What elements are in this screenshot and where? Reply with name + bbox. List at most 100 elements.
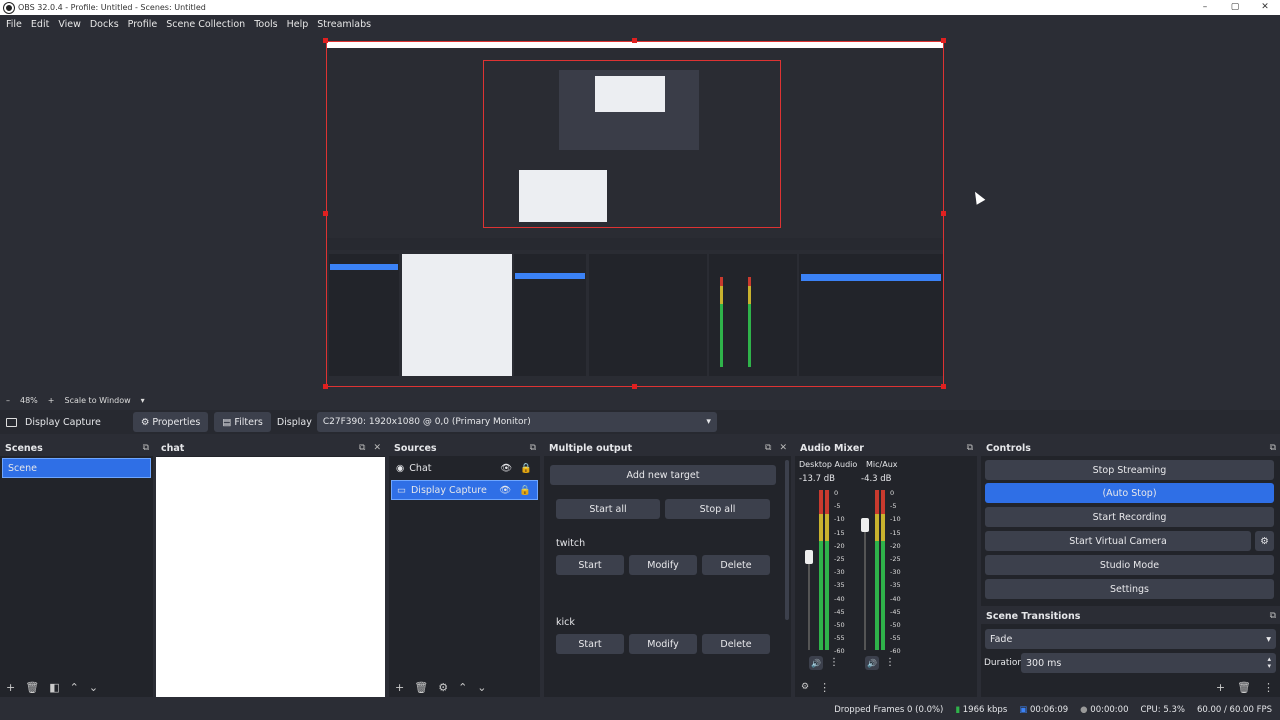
menu-profile[interactable]: Profile <box>124 19 162 30</box>
maximize-button[interactable]: ▢ <box>1220 0 1250 15</box>
advanced-audio-gear-icon[interactable]: ⚙ <box>801 682 809 692</box>
add-icon[interactable]: + <box>395 681 404 694</box>
resize-handle[interactable] <box>632 38 637 43</box>
kick-delete-button[interactable]: Delete <box>702 634 770 654</box>
target-name-kick: kick <box>556 617 575 628</box>
chevron-down-icon[interactable]: ▾ <box>141 396 145 405</box>
auto-stop-button[interactable]: (Auto Stop) <box>985 483 1274 503</box>
kick-modify-button[interactable]: Modify <box>629 634 697 654</box>
source-item-chat[interactable]: ◉ Chat 👁 🔒 <box>391 458 538 478</box>
spinner-icon[interactable]: ▴ ▾ <box>1267 656 1271 670</box>
menu-view[interactable]: View <box>54 19 85 30</box>
undock-icon[interactable]: ⧉ <box>1270 611 1276 621</box>
mute-mic-speaker-icon[interactable]: 🔊 <box>865 656 879 670</box>
undock-icon[interactable]: ⧉ <box>1270 443 1276 453</box>
scale-mode-label[interactable]: Scale to Window <box>64 396 130 405</box>
zoom-out-button[interactable]: – <box>6 396 10 405</box>
menu-tools[interactable]: Tools <box>250 19 281 30</box>
stop-all-button[interactable]: Stop all <box>665 499 770 519</box>
menu-dots-icon[interactable]: ⋮ <box>1263 681 1274 694</box>
kick-start-button[interactable]: Start <box>556 634 624 654</box>
undock-icon[interactable]: ⧉ <box>765 443 771 453</box>
chat-dock: chat ⧉ ✕ <box>156 440 385 697</box>
filter-icon[interactable]: ◧ <box>49 681 59 694</box>
preview-area[interactable] <box>0 33 1280 391</box>
menu-streamlabs[interactable]: Streamlabs <box>313 19 375 30</box>
close-window-button[interactable]: ✕ <box>1250 0 1280 15</box>
display-capture-preview[interactable] <box>326 41 944 387</box>
add-new-target-button[interactable]: Add new target <box>550 465 776 485</box>
virtual-camera-gear-icon[interactable]: ⚙ <box>1255 531 1274 551</box>
minimize-button[interactable]: – <box>1190 0 1220 15</box>
volume-slider-mic[interactable] <box>864 520 866 650</box>
controls-header: Controls ⧉ <box>981 440 1280 456</box>
source-item-display-capture[interactable]: ▭ Display Capture 👁 🔒 <box>391 480 538 500</box>
properties-button[interactable]: ⚙ Properties <box>132 412 209 432</box>
close-icon[interactable]: ✕ <box>373 443 381 453</box>
twitch-delete-button[interactable]: Delete <box>702 555 770 575</box>
eye-icon[interactable]: 👁 <box>500 463 512 474</box>
resize-handle[interactable] <box>323 384 328 389</box>
eye-icon[interactable]: 👁 <box>499 485 511 496</box>
volume-slider-desktop[interactable] <box>808 550 810 650</box>
display-select[interactable]: C27F390: 1920x1080 @ 0,0 (Primary Monito… <box>316 412 717 432</box>
resize-handle[interactable] <box>941 384 946 389</box>
resize-handle[interactable] <box>323 211 328 216</box>
chat-content[interactable] <box>156 457 385 697</box>
resize-handle[interactable] <box>323 38 328 43</box>
desktop-menu-dots-icon[interactable]: ⋮ <box>829 657 839 668</box>
transition-select[interactable]: Fade ▾ <box>985 629 1276 649</box>
close-icon[interactable]: ✕ <box>779 443 787 453</box>
nested-chat-dock <box>402 254 512 376</box>
filters-button[interactable]: ▤ Filters <box>214 412 271 432</box>
zoom-in-button[interactable]: + <box>48 396 55 405</box>
move-down-icon[interactable]: ⌄ <box>477 681 486 694</box>
move-up-icon[interactable]: ⌃ <box>70 681 79 694</box>
start-virtual-camera-button[interactable]: Start Virtual Camera <box>985 531 1251 551</box>
source-label: Chat <box>409 462 432 474</box>
trash-icon[interactable]: 🗑 <box>1237 681 1251 694</box>
menu-docks[interactable]: Docks <box>86 19 123 30</box>
properties-label: Properties <box>152 416 201 428</box>
resize-handle[interactable] <box>941 38 946 43</box>
move-down-icon[interactable]: ⌄ <box>89 681 98 694</box>
menu-help[interactable]: Help <box>283 19 313 30</box>
twitch-modify-button[interactable]: Modify <box>629 555 697 575</box>
filters-label: Filters <box>234 416 263 428</box>
multiple-output-dock: Multiple output ⧉ ✕ Add new target Start a… <box>544 440 791 697</box>
trash-icon[interactable]: 🗑 <box>25 681 39 694</box>
trash-icon[interactable]: 🗑 <box>414 681 428 694</box>
volume-slider-handle-desktop[interactable] <box>805 550 813 564</box>
menu-file[interactable]: File <box>2 19 26 30</box>
start-recording-button[interactable]: Start Recording <box>985 507 1274 527</box>
gear-icon[interactable]: ⚙ <box>438 681 448 694</box>
move-up-icon[interactable]: ⌃ <box>458 681 467 694</box>
add-icon[interactable]: + <box>6 681 15 694</box>
undock-icon[interactable]: ⧉ <box>967 443 973 453</box>
scrollbar[interactable] <box>785 460 789 620</box>
mic-menu-dots-icon[interactable]: ⋮ <box>885 657 895 668</box>
undock-icon[interactable]: ⧉ <box>359 443 365 453</box>
resize-handle[interactable] <box>941 211 946 216</box>
add-icon[interactable]: + <box>1216 681 1225 694</box>
nested-multi-output <box>589 254 707 376</box>
scenes-dock: Scenes ⧉ Scene + 🗑 ◧ ⌃ ⌄ <box>0 440 153 697</box>
duration-label: Duration <box>984 658 1024 668</box>
start-all-button[interactable]: Start all <box>556 499 660 519</box>
menu-scene-collection[interactable]: Scene Collection <box>162 19 249 30</box>
twitch-start-button[interactable]: Start <box>556 555 624 575</box>
settings-button[interactable]: Settings <box>985 579 1274 599</box>
undock-icon[interactable]: ⧉ <box>143 443 149 453</box>
scene-item[interactable]: Scene <box>2 458 151 478</box>
lock-icon[interactable]: 🔒 <box>520 463 532 474</box>
resize-handle[interactable] <box>632 384 637 389</box>
duration-input[interactable]: 300 ms ▴ ▾ <box>1021 653 1276 673</box>
mixer-menu-dots-icon[interactable]: ⋮ <box>819 681 830 694</box>
studio-mode-button[interactable]: Studio Mode <box>985 555 1274 575</box>
lock-icon[interactable]: 🔒 <box>519 485 531 496</box>
volume-slider-handle-mic[interactable] <box>861 518 869 532</box>
stop-streaming-button[interactable]: Stop Streaming <box>985 460 1274 480</box>
mute-desktop-speaker-icon[interactable]: 🔊 <box>809 656 823 670</box>
menu-edit[interactable]: Edit <box>27 19 53 30</box>
undock-icon[interactable]: ⧉ <box>530 443 536 453</box>
